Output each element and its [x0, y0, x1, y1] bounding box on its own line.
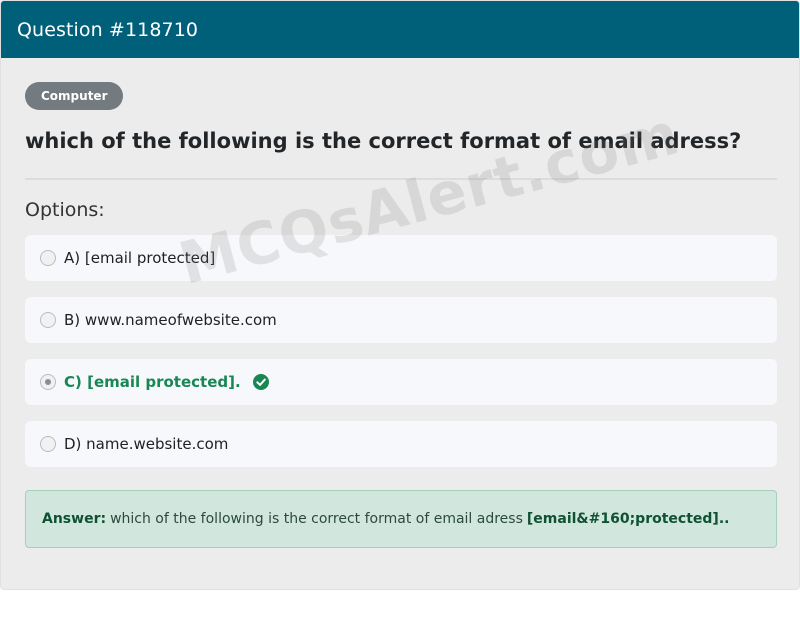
answer-text: which of the following is the correct fo…	[110, 511, 523, 527]
card-header: Question #118710	[1, 1, 799, 58]
answer-box: Answer: which of the following is the co…	[25, 490, 777, 548]
option-c-radio[interactable]	[40, 374, 56, 390]
option-c-label: C) [email protected].	[64, 373, 241, 391]
option-a[interactable]: A) [email protected]	[25, 235, 777, 281]
answer-value: [email&#160;protected]..	[526, 511, 730, 527]
category-badge[interactable]: Computer	[25, 82, 124, 110]
option-a-label: A) [email protected]	[64, 249, 216, 267]
question-card: Question #118710 Computer which of the f…	[0, 0, 800, 590]
option-c[interactable]: C) [email protected].	[25, 359, 777, 405]
card-body: Computer which of the following is the c…	[7, 58, 795, 589]
options-heading: Options:	[25, 199, 105, 221]
option-a-radio[interactable]	[40, 250, 56, 266]
question-text: which of the following is the correct fo…	[25, 129, 742, 153]
answer-label: Answer:	[42, 511, 107, 527]
option-d-radio[interactable]	[40, 436, 56, 452]
check-circle-icon	[252, 374, 269, 390]
divider	[25, 178, 777, 180]
option-d[interactable]: D) name.website.com	[25, 421, 777, 467]
page-title: Question #118710	[17, 18, 199, 41]
option-b[interactable]: B) www.nameofwebsite.com	[25, 297, 777, 343]
option-d-label: D) name.website.com	[64, 435, 229, 453]
option-b-label: B) www.nameofwebsite.com	[64, 311, 277, 329]
option-b-radio[interactable]	[40, 312, 56, 328]
